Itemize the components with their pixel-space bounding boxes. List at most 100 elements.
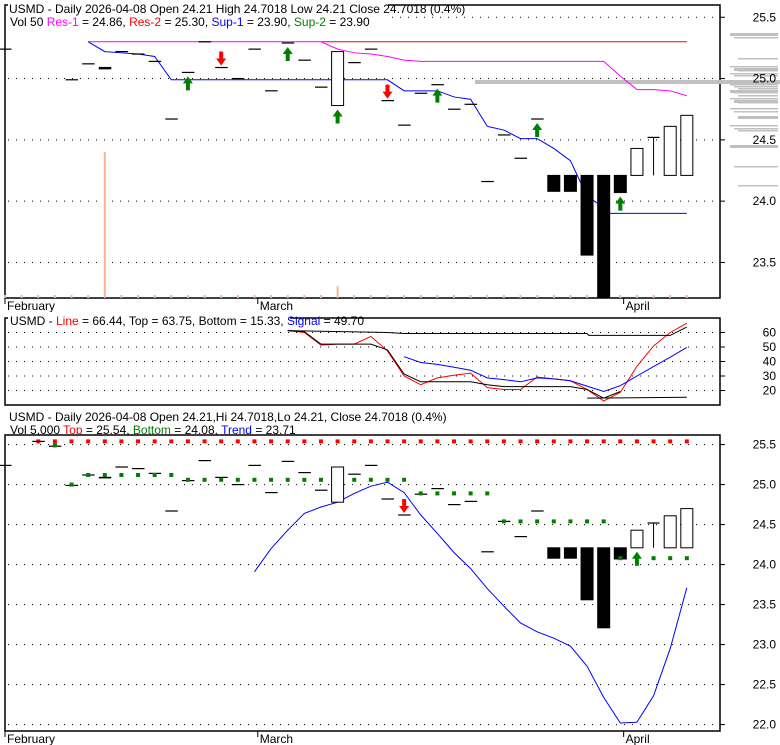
bottom-dot (219, 477, 224, 482)
volume-bar (137, 295, 140, 298)
top-dot (601, 439, 606, 444)
volume-at-price-bar (734, 166, 778, 168)
volume-bar (270, 295, 273, 298)
oscillator-legend-part: Line (56, 314, 79, 328)
top-dot (485, 439, 490, 444)
volume-bar (519, 295, 522, 298)
volume-bar (619, 295, 622, 298)
volume-bar (369, 295, 372, 298)
volume-bar (536, 295, 539, 298)
volume-bar (685, 295, 688, 298)
bottom-dot (535, 519, 540, 524)
price-candle (663, 125, 677, 176)
volume-bar (552, 295, 555, 298)
bottom-dot (202, 477, 207, 482)
volume-at-price-bar (734, 86, 778, 88)
bottom-dot (252, 477, 257, 482)
trend-axis-tick-label: 25.5 (753, 438, 777, 452)
trend-price-candle (448, 504, 461, 506)
oscillator-legend-part: = 49.70 (320, 314, 364, 328)
bottom-dot (468, 491, 473, 496)
trend-panel-legend-part: = 23.71 (252, 423, 296, 437)
oscillator-legend-part: USMD - (10, 314, 56, 328)
bottom-dot (302, 477, 307, 482)
volume-bar (253, 295, 256, 298)
volume-bar (336, 286, 339, 298)
bottom-dot (152, 473, 157, 477)
trend-price-candle (680, 508, 694, 549)
volume-at-price-bar (734, 128, 778, 130)
price-candle (115, 50, 128, 53)
top-dot (468, 439, 473, 444)
volume-bar (436, 295, 439, 298)
bottom-dot (86, 473, 91, 477)
series-signal-line (403, 347, 688, 393)
volume-bar (386, 295, 389, 298)
top-dot (668, 439, 673, 444)
trend-axis-tick-label: 24.0 (753, 558, 777, 572)
trend-price-candle (165, 510, 178, 512)
top-dot (152, 439, 157, 444)
top-dot (418, 439, 423, 444)
price-axis-tick-label: 23.5 (753, 255, 777, 269)
bottom-dot (385, 477, 390, 482)
price-candle (680, 114, 694, 176)
trend-panel-legend-part: = 24.08, (171, 423, 221, 437)
bottom-dot (452, 491, 457, 496)
price-candle (281, 42, 295, 44)
volume-at-price-bar (738, 185, 778, 187)
trend-price-candle (563, 547, 577, 559)
trend-price-candle (198, 460, 212, 462)
top-dot (269, 439, 274, 444)
bottom-dot (568, 519, 573, 524)
trend-price-candle (231, 484, 245, 486)
top-dot (52, 439, 57, 444)
trend-axis-tick-label: 22.5 (753, 678, 777, 692)
trend-price-candle (331, 466, 345, 503)
trend-price-candle (32, 440, 45, 442)
volume-at-price-bar (730, 33, 778, 36)
top-dot (368, 439, 373, 444)
price-candle (298, 59, 311, 61)
volume-bar (669, 295, 672, 298)
trend-price-candle (431, 488, 444, 490)
top-dot (568, 439, 573, 444)
buy-arrow-icon (631, 551, 642, 566)
volume-bar (652, 295, 655, 298)
bottom-dot (485, 491, 490, 496)
top-dot (335, 439, 340, 444)
price-panel-legend-part: Sup-1 (211, 15, 243, 29)
trend-price-candle (364, 464, 378, 466)
oscillator-axis-tick-label: 40 (763, 355, 777, 369)
trend-axis-tick-label: 23.5 (753, 598, 777, 612)
bottom-dot (684, 556, 689, 561)
price-panel-legend-part: = 23.90 (326, 15, 370, 29)
trend-price-candle (481, 551, 494, 553)
price-candle (215, 66, 228, 69)
volume-at-price-bar (738, 102, 778, 104)
sell-arrow-icon (216, 51, 227, 66)
price-panel-legend-part: Sup-2 (294, 15, 326, 29)
price-candle (414, 92, 428, 94)
price-candle (464, 103, 478, 105)
price-candle (381, 100, 394, 102)
oscillator-legend-part: Signal (287, 314, 320, 328)
trend-price-candle (597, 547, 611, 629)
sup1-line (87, 41, 687, 214)
volume-bar (203, 295, 206, 298)
volume-at-price-bar (738, 58, 778, 60)
bottom-dot (601, 519, 606, 524)
price-candle (630, 147, 644, 176)
price-candle (531, 118, 544, 120)
volume-bar (303, 295, 306, 298)
price-candle (348, 62, 361, 64)
bottom-dot (668, 556, 673, 561)
bottom-dot (318, 477, 323, 482)
trend-axis-tick-label: 25.0 (753, 478, 777, 492)
bottom-dot (119, 473, 124, 477)
trend-price-candle (281, 460, 295, 462)
price-candle (181, 71, 195, 74)
bottom-dot (285, 477, 290, 482)
volume-bar (87, 295, 90, 298)
volume-bar (635, 295, 638, 298)
